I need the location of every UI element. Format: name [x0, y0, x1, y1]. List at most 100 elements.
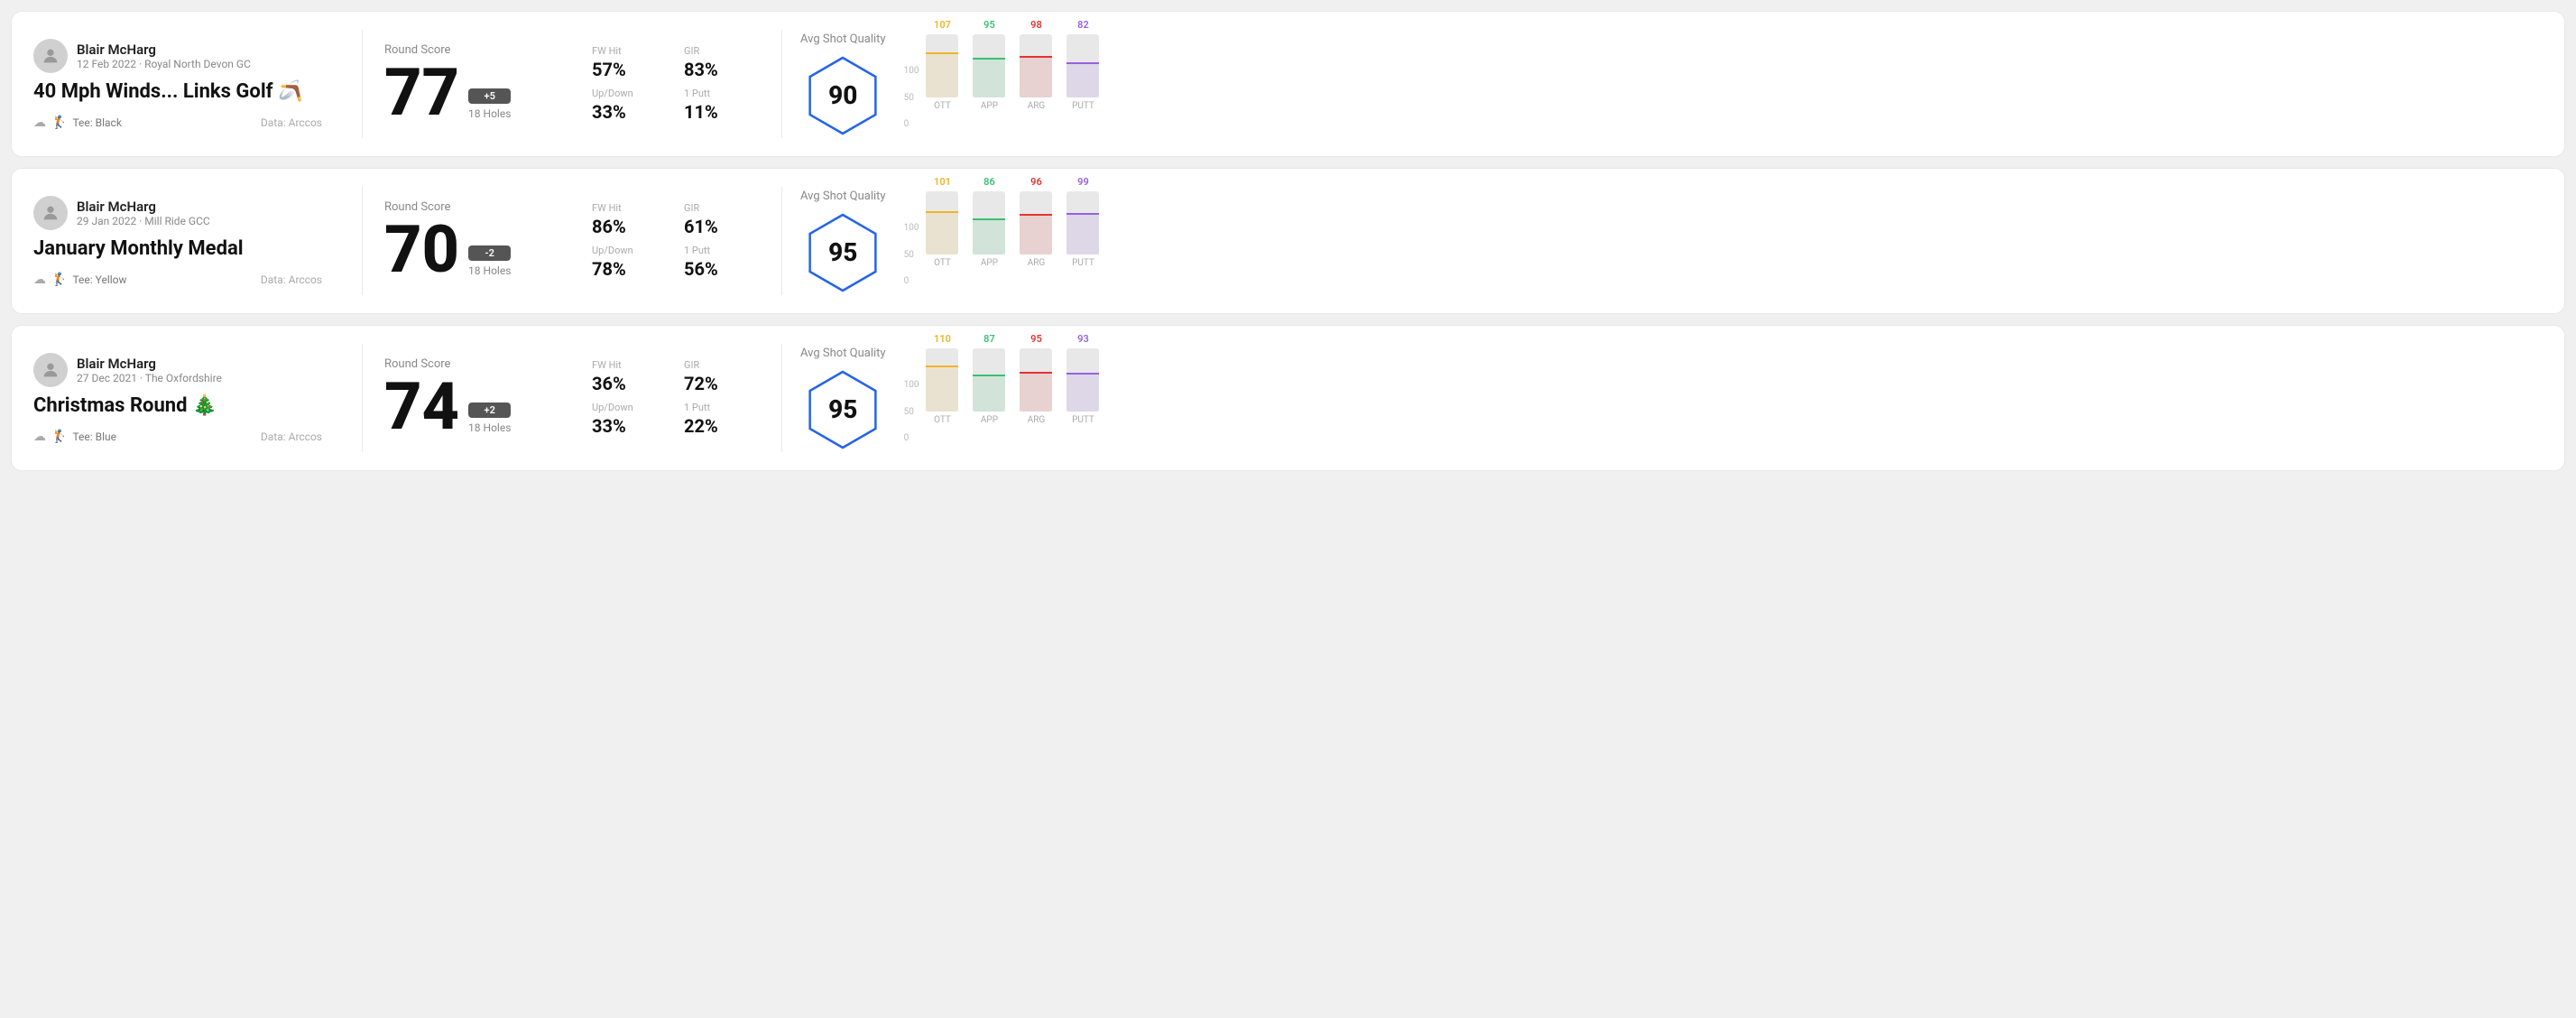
bar-wrapper [973, 348, 1005, 412]
bar-category-label: APP [981, 258, 998, 268]
bar-line [926, 211, 958, 213]
quality-section: Avg Shot Quality 95 100 50 0 110 OTT [800, 347, 2543, 450]
tee-info: ☁ 🏌 Tee: Blue [33, 430, 116, 444]
user-name: Blair McHarg [77, 42, 251, 58]
bar-wrapper [1066, 348, 1099, 412]
bar-wrapper [926, 348, 958, 412]
section-divider-2 [781, 187, 782, 295]
bar-category-label: APP [981, 101, 998, 111]
bar-line [1020, 372, 1052, 374]
gir-label: GIR [684, 359, 754, 371]
hexagon-container: 95 [802, 369, 883, 450]
person-icon [41, 360, 60, 380]
updown-stat: Up/Down 33% [592, 88, 662, 123]
bar-line [973, 218, 1005, 220]
oneputt-value: 56% [684, 258, 754, 280]
quality-left: Avg Shot Quality 90 [800, 32, 886, 136]
chart-column: 95 ARG [1020, 333, 1052, 425]
chart-column: 98 ARG [1020, 19, 1052, 111]
bar-category-label: PUTT [1072, 415, 1094, 425]
user-row: Blair McHarg 12 Feb 2022 · Royal North D… [33, 39, 322, 73]
updown-label: Up/Down [592, 245, 662, 256]
bag-icon: 🏌 [51, 116, 67, 130]
score-diff-badge: +5 [468, 88, 511, 104]
bar-value-label: 82 [1077, 19, 1089, 31]
bar-wrapper [926, 34, 958, 97]
footer-row: ☁ 🏌 Tee: Yellow Data: Arccos [33, 273, 322, 287]
round-card: Blair McHarg 12 Feb 2022 · Royal North D… [11, 11, 2565, 157]
bar-wrapper [1066, 191, 1099, 255]
oneputt-value: 11% [684, 101, 754, 123]
score-main: 77 +5 18 Holes [384, 60, 583, 125]
stats-grid: FW Hit 86% GIR 61% Up/Down 78% 1 Putt 56… [592, 202, 754, 280]
quality-score: 95 [828, 394, 857, 424]
chart-section: 100 50 0 107 OTT 95 APP [904, 39, 2543, 129]
score-section: Round Score 70 -2 18 Holes [384, 200, 583, 282]
bar-fill [926, 366, 958, 412]
score-number: 70 [384, 217, 459, 282]
user-row: Blair McHarg 29 Jan 2022 · Mill Ride GCC [33, 196, 322, 230]
fw-hit-label: FW Hit [592, 45, 662, 57]
bar-fill [1066, 62, 1099, 97]
tee-label: Tee: Yellow [72, 273, 126, 286]
fw-hit-value: 36% [592, 373, 662, 394]
updown-stat: Up/Down 78% [592, 245, 662, 280]
oneputt-value: 22% [684, 415, 754, 437]
updown-label: Up/Down [592, 402, 662, 413]
chart-column: 86 APP [973, 176, 1005, 268]
bar-value-label: 98 [1030, 19, 1042, 31]
user-row: Blair McHarg 27 Dec 2021 · The Oxfordshi… [33, 353, 322, 387]
bar-wrapper [1020, 348, 1052, 412]
section-divider-2 [781, 30, 782, 138]
bar-wrapper [1020, 191, 1052, 255]
gir-value: 83% [684, 59, 754, 80]
user-info: Blair McHarg 12 Feb 2022 · Royal North D… [77, 42, 251, 70]
gir-stat: GIR 83% [684, 45, 754, 80]
avg-shot-quality-label: Avg Shot Quality [800, 347, 886, 360]
updown-value: 33% [592, 415, 662, 437]
updown-value: 33% [592, 101, 662, 123]
bar-category-label: PUTT [1072, 101, 1094, 111]
stats-grid: FW Hit 36% GIR 72% Up/Down 33% 1 Putt 22… [592, 359, 754, 437]
data-source: Data: Arccos [261, 430, 322, 443]
data-source: Data: Arccos [261, 273, 322, 286]
weather-icon: ☁ [33, 273, 46, 287]
weather-icon: ☁ [33, 430, 46, 444]
quality-left: Avg Shot Quality 95 [800, 347, 886, 450]
chart-section: 100 50 0 101 OTT 86 APP [904, 196, 2543, 286]
bag-icon: 🏌 [51, 430, 67, 444]
holes-label: 18 Holes [468, 421, 511, 434]
bar-value-label: 95 [983, 19, 995, 31]
hexagon-container: 90 [802, 55, 883, 136]
bar-category-label: OTT [934, 258, 951, 268]
score-number: 74 [384, 375, 459, 440]
chart-column: 95 APP [973, 19, 1005, 111]
chart-column: 101 OTT [926, 176, 958, 268]
section-divider [362, 30, 363, 138]
score-diff-badge: -2 [468, 245, 511, 261]
hexagon-container: 95 [802, 212, 883, 293]
quality-section: Avg Shot Quality 90 100 50 0 107 OTT [800, 32, 2543, 136]
footer-row: ☁ 🏌 Tee: Black Data: Arccos [33, 116, 322, 130]
bar-category-label: APP [981, 415, 998, 425]
holes-label: 18 Holes [468, 264, 511, 277]
oneputt-stat: 1 Putt 22% [684, 402, 754, 437]
score-main: 74 +2 18 Holes [384, 375, 583, 440]
bar-fill [926, 211, 958, 255]
score-number: 77 [384, 60, 459, 125]
oneputt-label: 1 Putt [684, 402, 754, 413]
tee-info: ☁ 🏌 Tee: Black [33, 116, 122, 130]
score-section: Round Score 77 +5 18 Holes [384, 43, 583, 125]
chart-column: 93 PUTT [1066, 333, 1099, 425]
quality-score: 95 [828, 237, 857, 267]
bar-line [973, 58, 1005, 60]
round-title: January Monthly Medal [33, 237, 322, 260]
updown-value: 78% [592, 258, 662, 280]
bar-category-label: PUTT [1072, 258, 1094, 268]
score-badge-holes: +5 18 Holes [468, 88, 511, 120]
tee-info: ☁ 🏌 Tee: Yellow [33, 273, 127, 287]
bar-line [973, 375, 1005, 376]
bar-fill [1066, 213, 1099, 255]
date-course: 27 Dec 2021 · The Oxfordshire [77, 372, 222, 384]
updown-label: Up/Down [592, 88, 662, 99]
